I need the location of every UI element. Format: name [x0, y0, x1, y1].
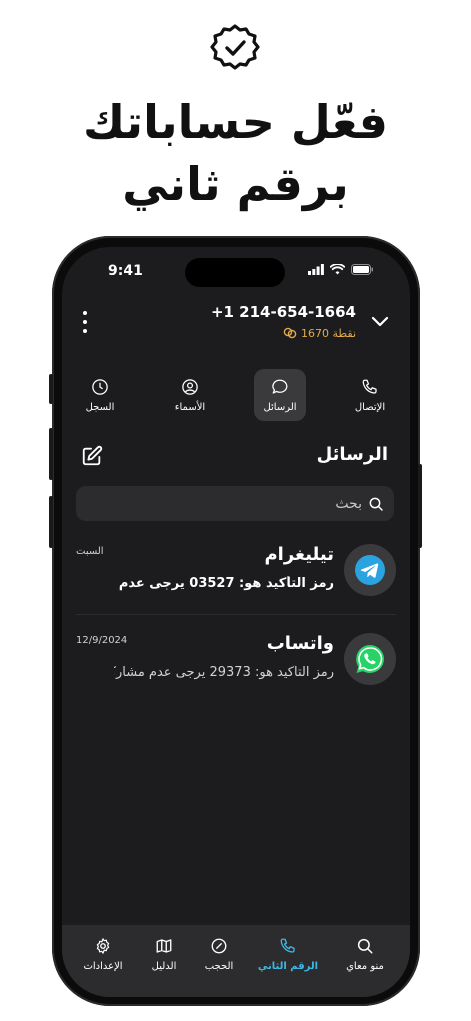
points-label: 1670 نقطة: [300, 326, 356, 340]
points-balance: 1670 نقطة: [283, 326, 356, 340]
nav-label: منو معاي: [346, 961, 384, 972]
block-icon: [211, 938, 227, 954]
nav-label: الإعدادات: [83, 961, 123, 972]
tab-label: السجل: [85, 401, 115, 413]
battery-icon: [351, 264, 373, 275]
phone-side-button: [418, 464, 422, 548]
tab-contacts[interactable]: الأسماء: [164, 369, 216, 421]
nav-directory[interactable]: الدليل: [132, 937, 196, 981]
top-tabs: الإتصال الرسائل الأسماء السجل: [62, 369, 410, 425]
conversation-avatar: [344, 633, 396, 685]
wifi-icon: [330, 264, 345, 275]
bottom-nav: منو معاي الرقم الثاني الحجب الدليل الإعد…: [62, 925, 410, 997]
phone-side-button: [49, 496, 53, 548]
phone-side-button: [49, 428, 53, 480]
tab-call[interactable]: الإتصال: [344, 369, 396, 421]
conversation-item[interactable]: تيليغرام السبت رمز التأكيد هو: 03527 يرج…: [62, 532, 410, 612]
account-switch-button[interactable]: [368, 309, 392, 333]
tab-history[interactable]: السجل: [74, 369, 126, 421]
clock-icon: [92, 378, 108, 395]
conversation-name: واتساب: [266, 633, 334, 654]
conversation-divider: [76, 614, 396, 615]
status-time: 9:41: [108, 263, 143, 279]
nav-label: الدليل: [151, 961, 177, 972]
second-number: +1 214-654-1664: [210, 303, 356, 321]
nav-second-number[interactable]: الرقم الثاني: [256, 937, 320, 981]
tab-messages[interactable]: الرسائل: [254, 369, 306, 421]
conversation-name: تيليغرام: [264, 544, 334, 565]
nav-block[interactable]: الحجب: [187, 937, 251, 981]
signal-icon: [308, 264, 324, 275]
conversation-date: 12/9/2024: [76, 635, 128, 646]
whatsapp-icon: [356, 645, 384, 673]
search-icon: [357, 938, 373, 954]
coins-icon: [283, 327, 297, 339]
search-input[interactable]: [162, 495, 362, 512]
nav-label: الحجب: [204, 961, 234, 972]
conversation-preview: رمز التأكيد هو: 29373 يرجى عدم مشاركته: [114, 665, 334, 680]
search-icon: [369, 497, 383, 511]
verified-check-icon: [210, 24, 260, 70]
nav-label: الرقم الثاني: [257, 961, 319, 972]
chat-bubble-icon: [272, 379, 288, 394]
promo-headline-line1: فعّل حساباتك: [82, 95, 389, 149]
dynamic-island: [185, 258, 285, 287]
gear-icon: [96, 938, 110, 954]
app-screen: 9:41 +1 214-654-1664 1670 نقطة الإتصال ا…: [62, 247, 410, 997]
conversation-avatar: [344, 544, 396, 596]
user-circle-icon: [182, 378, 198, 395]
nav-who-calling[interactable]: منو معاي: [333, 937, 397, 981]
telegram-icon: [355, 555, 385, 585]
phone-side-button: [49, 374, 53, 404]
search-bar[interactable]: [76, 486, 394, 521]
phone-icon: [362, 379, 377, 394]
tab-label: الإتصال: [354, 401, 386, 413]
conversation-date: السبت: [76, 546, 104, 557]
tab-label: الرسائل: [263, 401, 297, 413]
status-icons: [308, 264, 374, 275]
nav-settings[interactable]: الإعدادات: [71, 937, 135, 981]
promo-headline-line2: برقم ثاني: [122, 157, 349, 211]
map-icon: [156, 939, 172, 953]
conversation-item[interactable]: واتساب 12/9/2024 رمز التأكيد هو: 29373 ي…: [62, 621, 410, 701]
tab-label: الأسماء: [174, 401, 206, 413]
conversation-preview: رمز التأكيد هو: 03527 يرجى عدم مشاركته: [114, 576, 334, 591]
more-options-button[interactable]: [80, 311, 90, 333]
compose-icon[interactable]: [81, 445, 103, 467]
phone-icon: [280, 938, 295, 953]
chevron-down-icon: [371, 316, 389, 327]
messages-title: الرسائل: [316, 444, 388, 465]
